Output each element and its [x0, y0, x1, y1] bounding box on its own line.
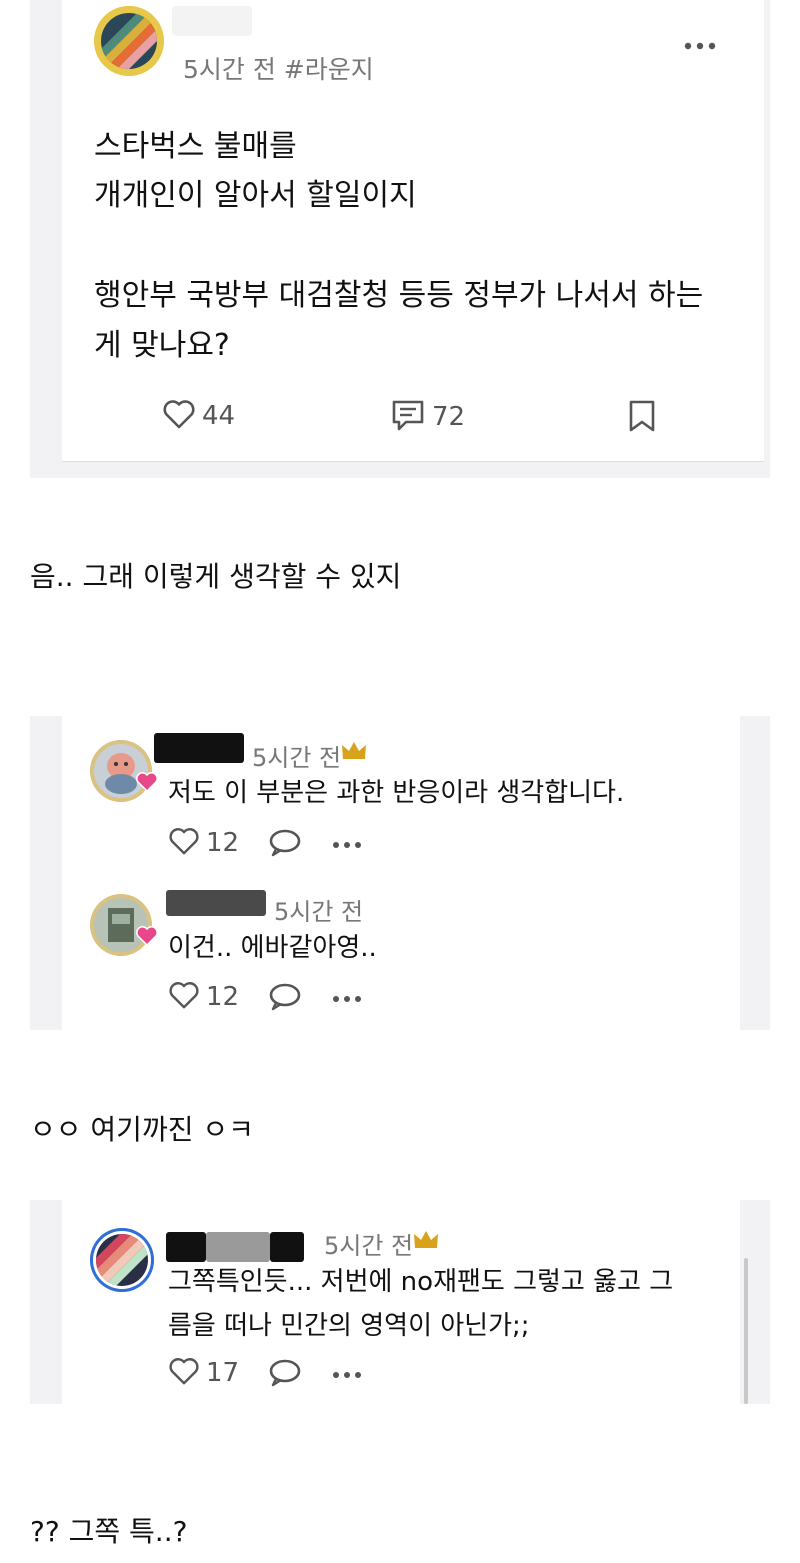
comment-like-count: 17 [206, 1358, 240, 1388]
username-censored [270, 1232, 304, 1262]
username-censored [166, 1232, 206, 1262]
bookmark-icon[interactable] [628, 399, 656, 437]
heart-icon [168, 826, 200, 860]
reply-icon[interactable] [268, 982, 302, 1016]
pink-heart-badge-icon [136, 926, 158, 950]
pink-heart-badge-icon [136, 772, 158, 796]
post-avatar[interactable] [94, 6, 164, 76]
crown-icon [340, 739, 368, 767]
like-count: 44 [202, 401, 236, 431]
comment-time: 5시간 전 [324, 1232, 414, 1260]
post-time-board: 5시간 전 #라운지 [183, 55, 374, 84]
caption-2: ㅇㅇ 여기까진 ㅇㅋ [30, 1113, 254, 1146]
post-body-line-5: 게 맞나요? [94, 328, 230, 363]
post-body-line-2: 개개인이 알아서 할일이지 [94, 178, 417, 213]
comment-like-button[interactable]: 12 [168, 980, 239, 1014]
post-card [62, 0, 764, 462]
heart-icon [168, 980, 200, 1014]
reply-icon[interactable] [268, 1358, 302, 1392]
comment-text-line-1: 그쪽특인듯... 저번에 no재팬도 그렇고 옳고 그 [168, 1267, 674, 1297]
commenter-avatar[interactable] [90, 1228, 154, 1292]
username-censored [206, 1232, 270, 1262]
heart-icon [168, 1356, 200, 1390]
comment-text: 저도 이 부분은 과한 반응이라 생각합니다. [168, 778, 625, 808]
comment-like-count: 12 [206, 982, 240, 1012]
comment-button[interactable]: 72 [390, 398, 465, 436]
post-body-line-1: 스타벅스 불매를 [94, 129, 297, 164]
like-button[interactable]: 44 [162, 398, 235, 434]
comment-icon [390, 398, 426, 436]
comment-like-button[interactable]: 12 [168, 826, 239, 860]
more-dots-icon[interactable] [332, 990, 362, 1009]
caption-1: 음.. 그래 이렇게 생각할 수 있지 [30, 560, 402, 593]
crown-icon [412, 1228, 440, 1256]
comment-count: 72 [432, 402, 466, 432]
username-censored [154, 733, 244, 763]
comment-like-count: 12 [206, 828, 240, 858]
comment-text: 이건.. 에바같아영.. [168, 933, 377, 963]
divider [62, 461, 764, 462]
username-pixelated [166, 890, 266, 916]
more-dots-icon[interactable] [332, 1366, 362, 1385]
scrollbar[interactable] [744, 1258, 748, 1404]
caption-3: ?? 그쪽 특..? [30, 1515, 188, 1548]
comment-text-line-2: 름을 떠나 민간의 영역이 아닌가;; [168, 1311, 530, 1341]
comment-like-button[interactable]: 17 [168, 1356, 239, 1390]
comment-card-1 [62, 716, 740, 1030]
heart-icon [162, 398, 196, 434]
post-username-hidden [172, 6, 252, 36]
comment-time: 5시간 전 [274, 898, 364, 926]
comment-time: 5시간 전 [252, 744, 342, 772]
post-body-line-4: 행안부 국방부 대검찰청 등등 정부가 나서서 하는 [94, 278, 704, 313]
more-dots-icon[interactable] [332, 836, 362, 855]
more-dots-icon[interactable] [684, 38, 716, 57]
reply-icon[interactable] [268, 828, 302, 862]
